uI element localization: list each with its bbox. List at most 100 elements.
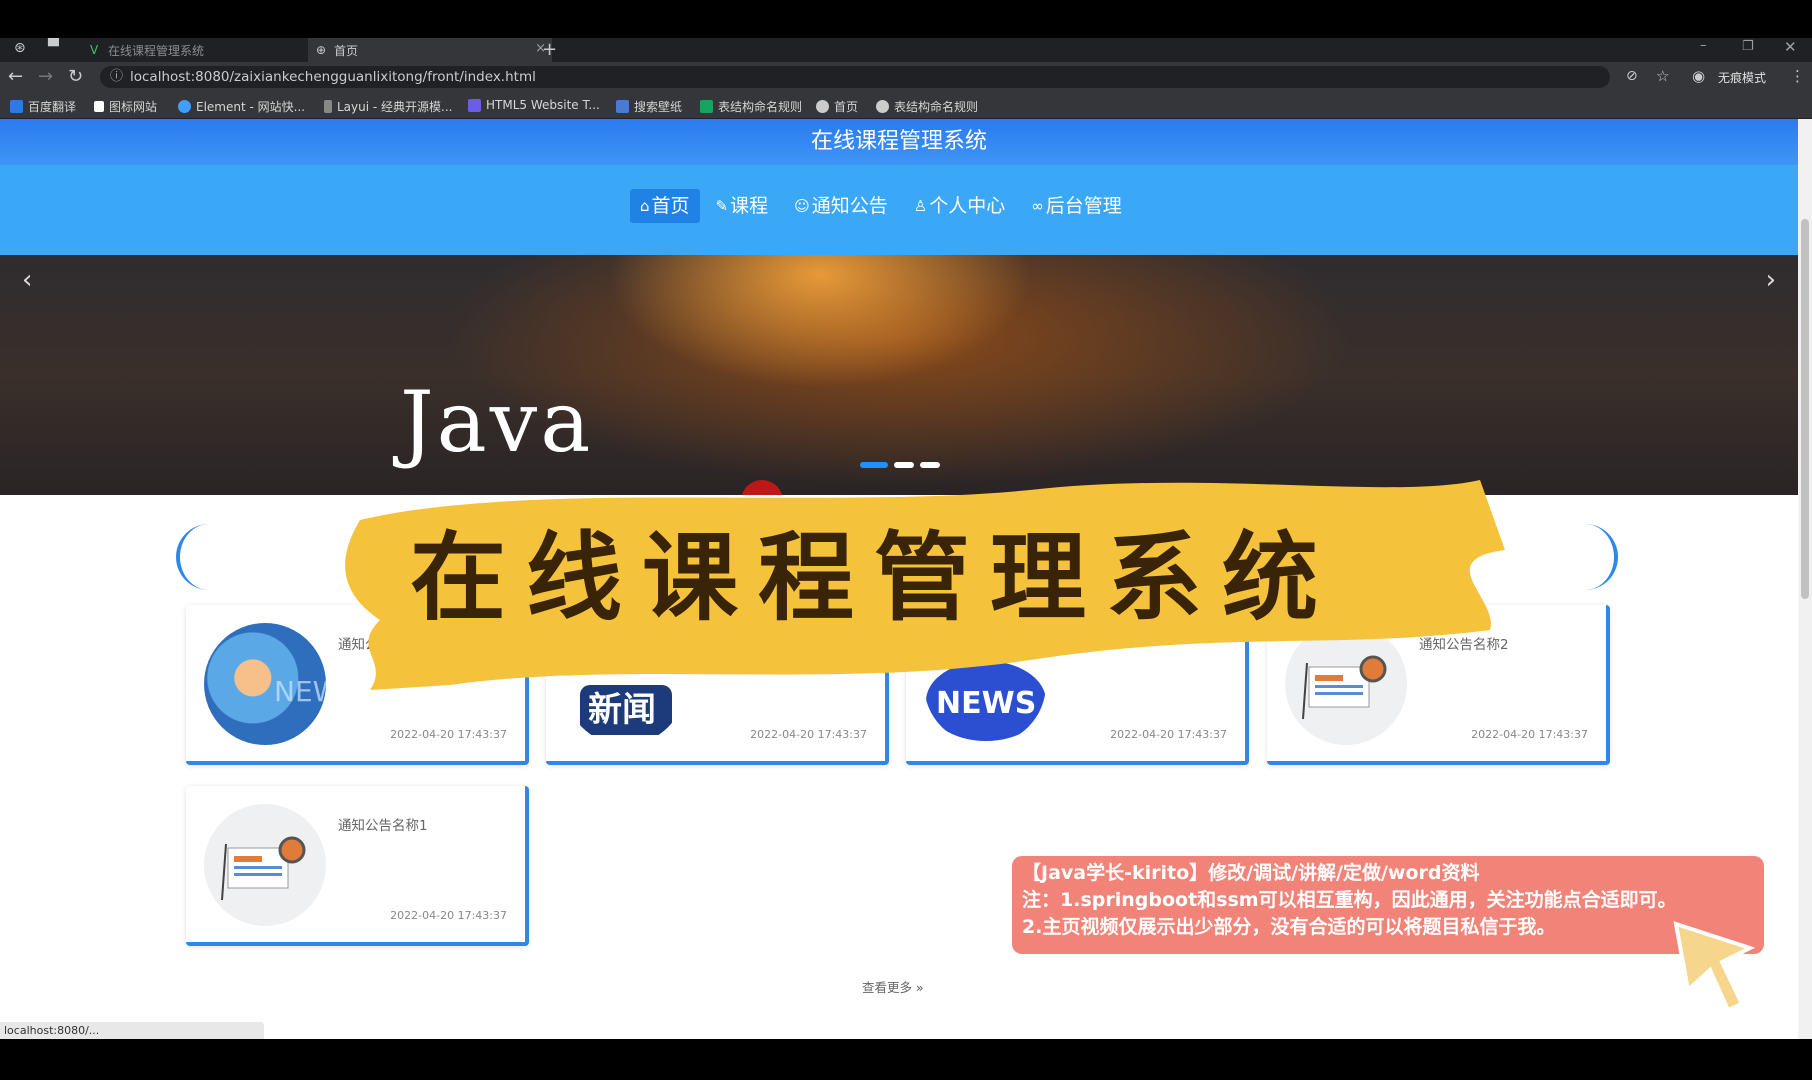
globe-icon [816, 100, 829, 113]
tab-label: 首页 [334, 43, 359, 58]
incognito-icon[interactable]: ◉ [1692, 67, 1705, 85]
nav-profile[interactable]: ♙ 个人中心 [904, 189, 1015, 223]
main-nav: ⌂ 首页 ✎ 课程 ☺ 通知公告 ♙ 个人中心 ∞ 后台管理 [0, 165, 1798, 255]
view-more-link[interactable]: 查看更多 » [862, 977, 924, 996]
site-title-bar: 在线课程管理系统 [0, 119, 1798, 165]
nav-label: 通知公告 [811, 195, 888, 217]
bookmark-icon-site[interactable]: 图标网站 [94, 98, 157, 115]
home-icon: ⌂ [640, 197, 650, 215]
new-tab-icon[interactable]: + [542, 39, 557, 60]
nav-admin[interactable]: ∞ 后台管理 [1021, 189, 1132, 223]
notice-time: 2022-04-20 17:43:37 [390, 909, 507, 922]
profile-label[interactable]: 无痕模式 [1718, 69, 1766, 86]
banner-carousel: ‹ › Java [0, 255, 1798, 495]
flag-icon [94, 101, 104, 112]
minimize-icon[interactable]: – [1700, 38, 1707, 53]
course-icon: ✎ [715, 197, 729, 215]
note-line: 2.主页视频仅展示出少部分，没有合适的可以将题目私信于我。 [1022, 916, 1556, 938]
chrome-icon: ⊛ [14, 40, 26, 56]
carousel-prev-icon[interactable]: ‹ [22, 265, 32, 295]
url-text: localhost:8080/zaixiankechengguanlixiton… [130, 69, 536, 85]
nav-notices[interactable]: ☺ 通知公告 [784, 189, 898, 223]
star-icon[interactable]: ☆ [1656, 67, 1669, 85]
tab-home[interactable]: ⊕ 首页 × [308, 38, 552, 62]
note-line: 注：1.springboot和ssm可以相互重构，因此通用，关注功能点合适即可。 [1022, 889, 1677, 911]
bookmark-element[interactable]: Element - 网站快... [178, 98, 305, 115]
bookmark-html5[interactable]: HTML5 Website T... [468, 98, 600, 112]
status-url: localhost:8080/... [0, 1022, 264, 1039]
globe-icon: ⊕ [316, 43, 327, 57]
letterbox-top [0, 0, 1812, 38]
tracking-off-icon[interactable]: ⊘ [1626, 68, 1638, 84]
svg-text:新闻: 新闻 [588, 690, 656, 730]
notice-time: 2022-04-20 17:43:37 [1110, 728, 1227, 741]
overlay-headline: 在线课程管理系统 [410, 522, 1338, 634]
bookmark-table-naming-2[interactable]: 表结构命名规则 [876, 98, 978, 115]
url-field[interactable]: ⓘ localhost:8080/zaixiankechengguanlixit… [100, 66, 1610, 88]
author-note: 【Java学长-kirito】修改/调试/讲解/定做/word资料 注：1.sp… [1012, 856, 1764, 954]
view-more-label: 查看更多 [862, 980, 913, 995]
banner-text: Java [400, 373, 594, 471]
site-info-icon[interactable]: ⓘ [110, 66, 123, 88]
vue-icon: V [90, 43, 99, 57]
user-icon: ♙ [913, 197, 928, 215]
tab-strip: ⊛ ▀ V 在线课程管理系统 × ⊕ 首页 × + – ❐ ✕ [0, 38, 1812, 62]
note-line: 【Java学长-kirito】修改/调试/讲解/定做/word资料 [1022, 862, 1480, 884]
wallpaper-icon [616, 100, 629, 113]
nav-label: 个人中心 [929, 195, 1006, 217]
tab-label: 在线课程管理系统 [108, 43, 205, 58]
address-bar: ← → ↻ ⓘ localhost:8080/zaixiankechenggua… [0, 62, 1812, 92]
bookmark-layui[interactable]: Layui - 经典开源模... [324, 98, 452, 115]
bookmark-label: Element - 网站快... [196, 100, 306, 114]
close-window-icon[interactable]: ✕ [1784, 38, 1797, 56]
notice-card[interactable]: 通知公告名称1 2022-04-20 17:43:37 [186, 786, 529, 946]
bookmark-label: 首页 [834, 100, 859, 114]
nav-label: 后台管理 [1045, 195, 1122, 217]
notice-time: 2022-04-20 17:43:37 [390, 728, 507, 741]
bookmark-label: 搜索壁纸 [634, 100, 683, 114]
bookmark-label: 百度翻译 [28, 100, 77, 114]
scrollbar-thumb[interactable] [1801, 219, 1809, 599]
bookmarks-bar: 百度翻译 图标网站 Element - 网站快... Layui - 经典开源模… [0, 92, 1812, 119]
nav-courses[interactable]: ✎ 课程 [706, 189, 779, 223]
bookmark-home[interactable]: 首页 [816, 98, 858, 115]
bookmark-table-naming-1[interactable]: 表结构命名规则 [700, 98, 802, 115]
newspaper-image [204, 804, 326, 926]
tab-course-system[interactable]: V 在线课程管理系统 × [82, 38, 326, 62]
notice-icon: ☺ [794, 197, 810, 215]
bookmark-wallpaper[interactable]: 搜索壁纸 [616, 98, 682, 115]
menu-icon[interactable]: ⋮ [1790, 67, 1805, 85]
svg-text:NEW: NEW [274, 675, 326, 708]
site-title: 在线课程管理系统 [810, 129, 987, 154]
bookmark-label: HTML5 Website T... [486, 98, 600, 112]
notice-time: 2022-04-20 17:43:37 [1471, 728, 1588, 741]
bookmark-label: 图标网站 [109, 100, 158, 114]
reload-icon[interactable]: ↻ [68, 66, 83, 87]
nav-label: 课程 [730, 195, 769, 217]
bookmark-label: Layui - 经典开源模... [337, 100, 453, 114]
screen: ⊛ ▀ V 在线课程管理系统 × ⊕ 首页 × + – ❐ ✕ ← → ↻ ⓘ … [0, 0, 1812, 1080]
globe-icon [876, 100, 889, 113]
page-scrollbar[interactable] [1798, 119, 1812, 1039]
carousel-next-icon[interactable]: › [1766, 265, 1776, 295]
layui-icon [324, 100, 332, 113]
notice-time: 2022-04-20 17:43:37 [750, 728, 867, 741]
bookmark-label: 表结构命名规则 [894, 100, 979, 114]
globe-news-image: NEW [204, 623, 326, 745]
forward-icon[interactable]: → [38, 66, 53, 87]
pointer-cursor-icon [1673, 921, 1756, 1013]
nav-home[interactable]: ⌂ 首页 [630, 189, 700, 223]
double-chevron-right-icon: » [916, 980, 924, 995]
sheet-icon [700, 100, 713, 113]
translate-icon [10, 100, 23, 113]
window-icon[interactable]: ▀ [48, 39, 59, 55]
bookmark-baidu-translate[interactable]: 百度翻译 [10, 98, 76, 115]
notice-name: 通知公告名称1 [338, 818, 428, 834]
link-icon: ∞ [1031, 197, 1044, 215]
html5-icon [468, 98, 481, 112]
element-icon [178, 100, 191, 113]
back-icon[interactable]: ← [8, 66, 23, 87]
bookmark-label: 表结构命名规则 [718, 100, 803, 114]
restore-icon[interactable]: ❐ [1742, 39, 1754, 54]
nav-label: 首页 [651, 195, 690, 217]
